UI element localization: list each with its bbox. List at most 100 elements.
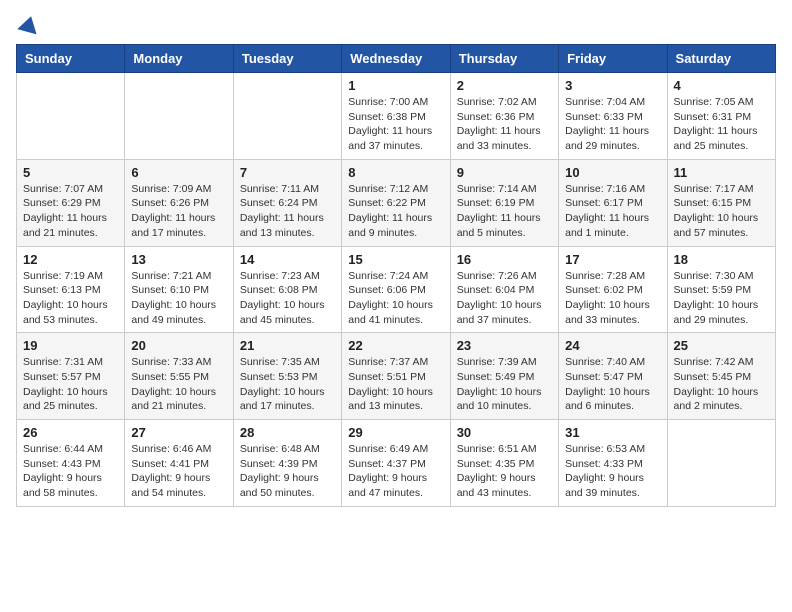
calendar-cell: 7Sunrise: 7:11 AM Sunset: 6:24 PM Daylig… <box>233 159 341 246</box>
calendar-cell: 10Sunrise: 7:16 AM Sunset: 6:17 PM Dayli… <box>559 159 667 246</box>
day-info: Sunrise: 7:05 AM Sunset: 6:31 PM Dayligh… <box>674 95 769 154</box>
day-info: Sunrise: 7:11 AM Sunset: 6:24 PM Dayligh… <box>240 182 335 241</box>
day-info: Sunrise: 7:07 AM Sunset: 6:29 PM Dayligh… <box>23 182 118 241</box>
day-info: Sunrise: 7:17 AM Sunset: 6:15 PM Dayligh… <box>674 182 769 241</box>
day-number: 18 <box>674 252 769 267</box>
calendar-cell: 6Sunrise: 7:09 AM Sunset: 6:26 PM Daylig… <box>125 159 233 246</box>
day-number: 22 <box>348 338 443 353</box>
page-header <box>16 16 776 32</box>
day-info: Sunrise: 7:28 AM Sunset: 6:02 PM Dayligh… <box>565 269 660 328</box>
calendar-cell <box>17 73 125 160</box>
day-number: 16 <box>457 252 552 267</box>
calendar-header-friday: Friday <box>559 45 667 73</box>
calendar-cell: 24 Sunrise: 7:40 AM Sunset: 5:47 PM Dayli… <box>559 333 667 420</box>
day-info: Sunrise: 7:02 AM Sunset: 6:36 PM Dayligh… <box>457 95 552 154</box>
calendar-cell: 27 Sunrise: 6:46 AM Sunset: 4:41 PM Dayli… <box>125 420 233 507</box>
day-number: 4 <box>674 78 769 93</box>
day-number: 23 <box>457 338 552 353</box>
calendar-cell: 14 Sunrise: 7:23 AM Sunset: 6:08 PM Dayli… <box>233 246 341 333</box>
calendar-header-sunday: Sunday <box>17 45 125 73</box>
day-number: 13 <box>131 252 226 267</box>
calendar-cell <box>667 420 775 507</box>
calendar-cell: 16 Sunrise: 7:26 AM Sunset: 6:04 PM Dayli… <box>450 246 558 333</box>
day-info: Sunrise: 7:24 AM Sunset: 6:06 PM Dayligh… <box>348 269 443 328</box>
day-info: Sunrise: 7:23 AM Sunset: 6:08 PM Dayligh… <box>240 269 335 328</box>
day-info: Sunrise: 6:46 AM Sunset: 4:41 PM Dayligh… <box>131 442 226 501</box>
day-info: Sunrise: 7:19 AM Sunset: 6:13 PM Dayligh… <box>23 269 118 328</box>
day-info: Sunrise: 6:53 AM Sunset: 4:33 PM Dayligh… <box>565 442 660 501</box>
calendar-cell: 20Sunrise: 7:33 AM Sunset: 5:55 PM Dayli… <box>125 333 233 420</box>
calendar-cell: 3 Sunrise: 7:04 AM Sunset: 6:33 PM Daylig… <box>559 73 667 160</box>
day-info: Sunrise: 7:30 AM Sunset: 5:59 PM Dayligh… <box>674 269 769 328</box>
calendar-header-tuesday: Tuesday <box>233 45 341 73</box>
day-number: 26 <box>23 425 118 440</box>
day-info: Sunrise: 7:09 AM Sunset: 6:26 PM Dayligh… <box>131 182 226 241</box>
calendar-cell <box>125 73 233 160</box>
calendar-table: SundayMondayTuesdayWednesdayThursdayFrid… <box>16 44 776 507</box>
calendar-cell: 30 Sunrise: 6:51 AM Sunset: 4:35 PM Dayli… <box>450 420 558 507</box>
day-number: 28 <box>240 425 335 440</box>
calendar-cell: 2 Sunrise: 7:02 AM Sunset: 6:36 PM Daylig… <box>450 73 558 160</box>
calendar-cell: 12 Sunrise: 7:19 AM Sunset: 6:13 PM Dayli… <box>17 246 125 333</box>
day-number: 29 <box>348 425 443 440</box>
day-info: Sunrise: 7:04 AM Sunset: 6:33 PM Dayligh… <box>565 95 660 154</box>
day-number: 31 <box>565 425 660 440</box>
day-number: 19 <box>23 338 118 353</box>
calendar-cell: 21Sunrise: 7:35 AM Sunset: 5:53 PM Dayli… <box>233 333 341 420</box>
day-info: Sunrise: 7:31 AM Sunset: 5:57 PM Dayligh… <box>23 355 118 414</box>
calendar-week-row: 26 Sunrise: 6:44 AM Sunset: 4:43 PM Dayli… <box>17 420 776 507</box>
day-info: Sunrise: 6:48 AM Sunset: 4:39 PM Dayligh… <box>240 442 335 501</box>
day-number: 9 <box>457 165 552 180</box>
day-info: Sunrise: 6:49 AM Sunset: 4:37 PM Dayligh… <box>348 442 443 501</box>
day-number: 8 <box>348 165 443 180</box>
day-info: Sunrise: 6:51 AM Sunset: 4:35 PM Dayligh… <box>457 442 552 501</box>
logo <box>16 16 39 32</box>
day-number: 21 <box>240 338 335 353</box>
calendar-cell: 9Sunrise: 7:14 AM Sunset: 6:19 PM Daylig… <box>450 159 558 246</box>
day-number: 15 <box>348 252 443 267</box>
calendar-cell: 26 Sunrise: 6:44 AM Sunset: 4:43 PM Dayli… <box>17 420 125 507</box>
calendar-cell: 23 Sunrise: 7:39 AM Sunset: 5:49 PM Dayli… <box>450 333 558 420</box>
day-info: Sunrise: 7:26 AM Sunset: 6:04 PM Dayligh… <box>457 269 552 328</box>
calendar-header-monday: Monday <box>125 45 233 73</box>
calendar-header-wednesday: Wednesday <box>342 45 450 73</box>
day-number: 25 <box>674 338 769 353</box>
day-number: 17 <box>565 252 660 267</box>
day-info: Sunrise: 7:21 AM Sunset: 6:10 PM Dayligh… <box>131 269 226 328</box>
calendar-cell: 29 Sunrise: 6:49 AM Sunset: 4:37 PM Dayli… <box>342 420 450 507</box>
day-number: 14 <box>240 252 335 267</box>
day-number: 30 <box>457 425 552 440</box>
calendar-header-thursday: Thursday <box>450 45 558 73</box>
day-number: 12 <box>23 252 118 267</box>
calendar-cell: 17 Sunrise: 7:28 AM Sunset: 6:02 PM Dayli… <box>559 246 667 333</box>
calendar-week-row: 19 Sunrise: 7:31 AM Sunset: 5:57 PM Dayli… <box>17 333 776 420</box>
day-number: 5 <box>23 165 118 180</box>
calendar-week-row: 1 Sunrise: 7:00 AM Sunset: 6:38 PM Daylig… <box>17 73 776 160</box>
calendar-cell: 25Sunrise: 7:42 AM Sunset: 5:45 PM Dayli… <box>667 333 775 420</box>
calendar-week-row: 12 Sunrise: 7:19 AM Sunset: 6:13 PM Dayli… <box>17 246 776 333</box>
day-number: 20 <box>131 338 226 353</box>
day-info: Sunrise: 7:40 AM Sunset: 5:47 PM Dayligh… <box>565 355 660 414</box>
day-info: Sunrise: 7:12 AM Sunset: 6:22 PM Dayligh… <box>348 182 443 241</box>
calendar-header-saturday: Saturday <box>667 45 775 73</box>
day-info: Sunrise: 7:16 AM Sunset: 6:17 PM Dayligh… <box>565 182 660 241</box>
calendar-header-row: SundayMondayTuesdayWednesdayThursdayFrid… <box>17 45 776 73</box>
day-number: 1 <box>348 78 443 93</box>
day-number: 2 <box>457 78 552 93</box>
calendar-cell: 18 Sunrise: 7:30 AM Sunset: 5:59 PM Dayli… <box>667 246 775 333</box>
calendar-cell: 8 Sunrise: 7:12 AM Sunset: 6:22 PM Daylig… <box>342 159 450 246</box>
day-info: Sunrise: 7:00 AM Sunset: 6:38 PM Dayligh… <box>348 95 443 154</box>
calendar-cell: 28 Sunrise: 6:48 AM Sunset: 4:39 PM Dayli… <box>233 420 341 507</box>
calendar-week-row: 5 Sunrise: 7:07 AM Sunset: 6:29 PM Daylig… <box>17 159 776 246</box>
calendar-cell: 11Sunrise: 7:17 AM Sunset: 6:15 PM Dayli… <box>667 159 775 246</box>
day-number: 24 <box>565 338 660 353</box>
calendar-cell: 15 Sunrise: 7:24 AM Sunset: 6:06 PM Dayli… <box>342 246 450 333</box>
day-number: 3 <box>565 78 660 93</box>
day-info: Sunrise: 7:39 AM Sunset: 5:49 PM Dayligh… <box>457 355 552 414</box>
day-info: Sunrise: 6:44 AM Sunset: 4:43 PM Dayligh… <box>23 442 118 501</box>
calendar-cell: 13 Sunrise: 7:21 AM Sunset: 6:10 PM Dayli… <box>125 246 233 333</box>
calendar-cell: 19 Sunrise: 7:31 AM Sunset: 5:57 PM Dayli… <box>17 333 125 420</box>
calendar-cell: 1 Sunrise: 7:00 AM Sunset: 6:38 PM Daylig… <box>342 73 450 160</box>
day-number: 27 <box>131 425 226 440</box>
calendar-cell: 4 Sunrise: 7:05 AM Sunset: 6:31 PM Daylig… <box>667 73 775 160</box>
